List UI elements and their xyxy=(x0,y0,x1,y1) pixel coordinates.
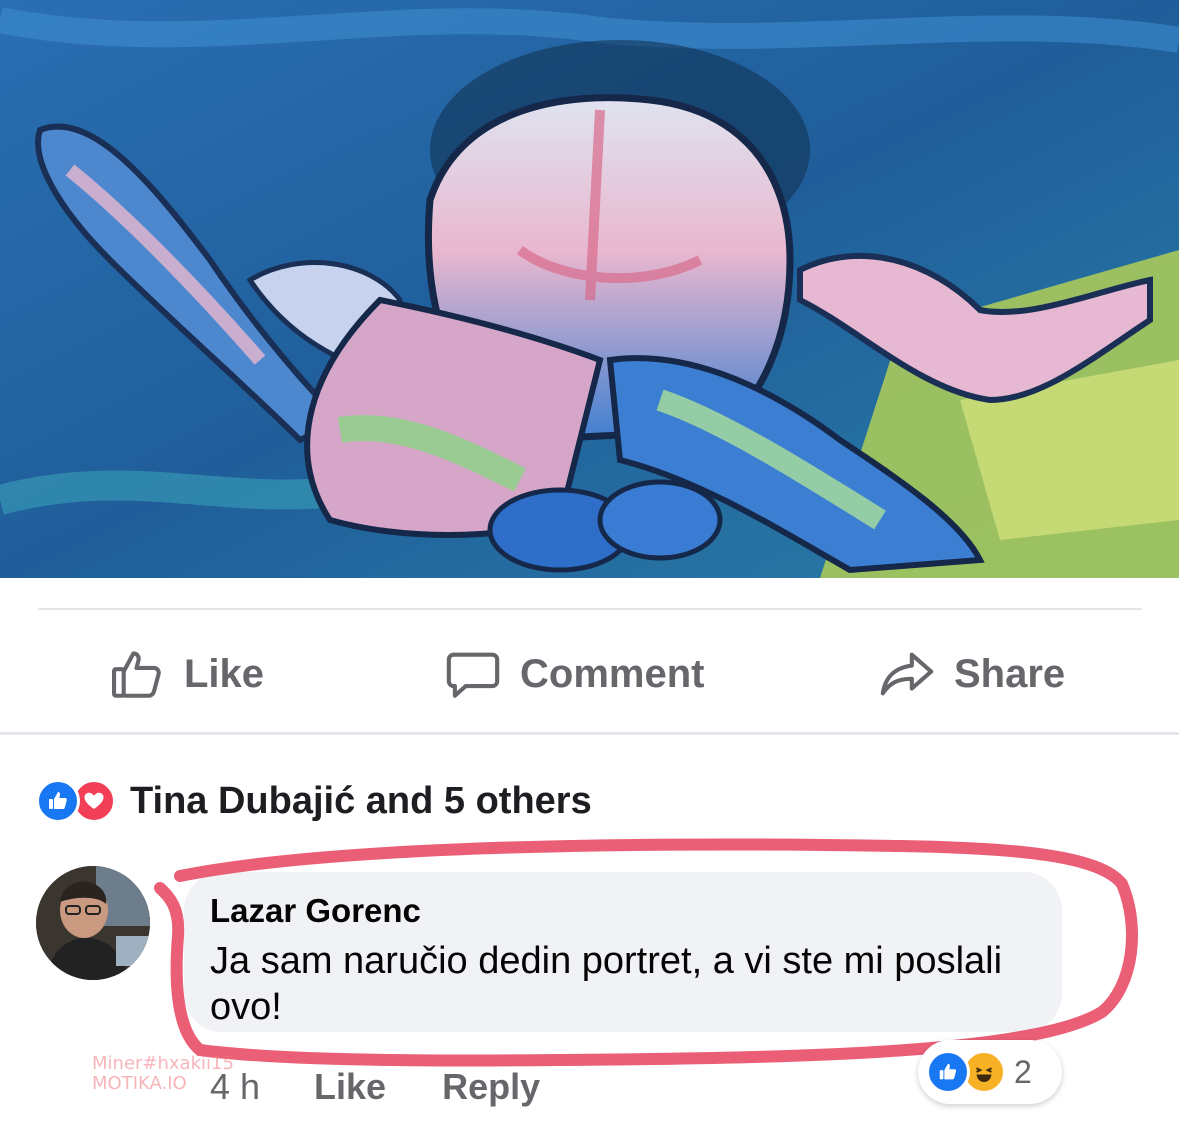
comment-button[interactable]: Comment xyxy=(444,632,704,716)
reaction-count: 2 xyxy=(1014,1053,1032,1090)
share-label: Share xyxy=(954,651,1066,696)
comment-like-button[interactable]: Like xyxy=(314,1066,386,1108)
avatar[interactable] xyxy=(36,866,150,980)
comment-text: Ja sam naručio dedin portret, a vi ste m… xyxy=(210,940,1003,1028)
like-button[interactable]: Like xyxy=(108,632,264,716)
comment-reply-button[interactable]: Reply xyxy=(442,1066,540,1108)
share-button[interactable]: Share xyxy=(878,632,1065,716)
comment-timestamp[interactable]: 4 h xyxy=(210,1066,260,1108)
reactions-summary[interactable]: Tina Dubajić and 5 others xyxy=(36,772,592,830)
post-image-painting[interactable] xyxy=(0,0,1179,578)
comment-bubble[interactable]: Lazar Gorenc Ja sam naručio dedin portre… xyxy=(184,872,1062,1032)
like-label: Like xyxy=(184,651,265,696)
divider-bottom xyxy=(0,732,1179,735)
comment-label: Comment xyxy=(520,651,705,696)
like-reaction-icon xyxy=(36,779,80,823)
avatar-photo xyxy=(36,866,150,980)
comment-reaction-count[interactable]: 2 xyxy=(918,1040,1062,1104)
post-action-bar: Like Comment Share xyxy=(0,632,1179,716)
divider-top xyxy=(38,608,1142,610)
comment-icon xyxy=(446,652,500,698)
like-reaction-icon xyxy=(926,1050,970,1094)
comment-meta-row: 4 h Like Reply xyxy=(210,1062,596,1112)
reactions-summary-text: Tina Dubajić and 5 others xyxy=(130,779,592,822)
comment-author[interactable]: Lazar Gorenc xyxy=(210,892,421,930)
thumbs-up-icon xyxy=(111,651,161,698)
share-icon xyxy=(880,652,934,696)
